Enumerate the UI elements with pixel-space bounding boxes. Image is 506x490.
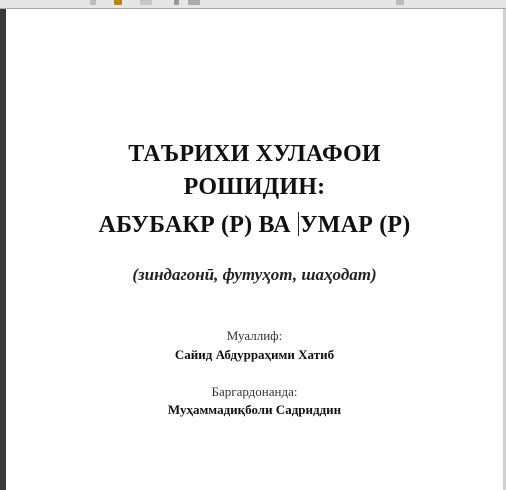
title-line-3: АБУБАКР (Р) ВА УМАР (Р)	[6, 209, 503, 242]
author-label: Муаллиф:	[226, 328, 283, 343]
translator-label: Баргардонанда:	[211, 384, 298, 399]
toolbar	[0, 0, 506, 9]
selection-icon[interactable]	[140, 0, 152, 5]
document-page: ТАЪРИХИ ХУЛАФОИ РОШИДИН: АБУБАКР (Р) ВА …	[6, 9, 503, 490]
right-tool-icon[interactable]	[396, 0, 404, 5]
title-line-3-part-a: АБУБАКР (Р) ВА	[98, 212, 297, 238]
subtitle: (зиндагонӣ, футуҳот, шаҳодат)	[132, 265, 377, 284]
page-icon[interactable]	[90, 0, 96, 5]
bookmark-icon[interactable]	[114, 0, 122, 5]
grid-icon[interactable]	[188, 0, 200, 5]
title-line-2: РОШИДИН:	[183, 174, 326, 200]
title-line-1: ТАЪРИХИ ХУЛАФОИ	[128, 141, 381, 167]
title-line-3-part-b: УМАР (Р)	[299, 212, 411, 238]
pointer-icon[interactable]	[174, 0, 179, 5]
text-cursor	[297, 212, 299, 236]
translator-name: Муҳаммадиқболи Садриддин	[167, 402, 342, 417]
author-name: Сайид Абдурраҳими Хатиб	[174, 347, 335, 362]
